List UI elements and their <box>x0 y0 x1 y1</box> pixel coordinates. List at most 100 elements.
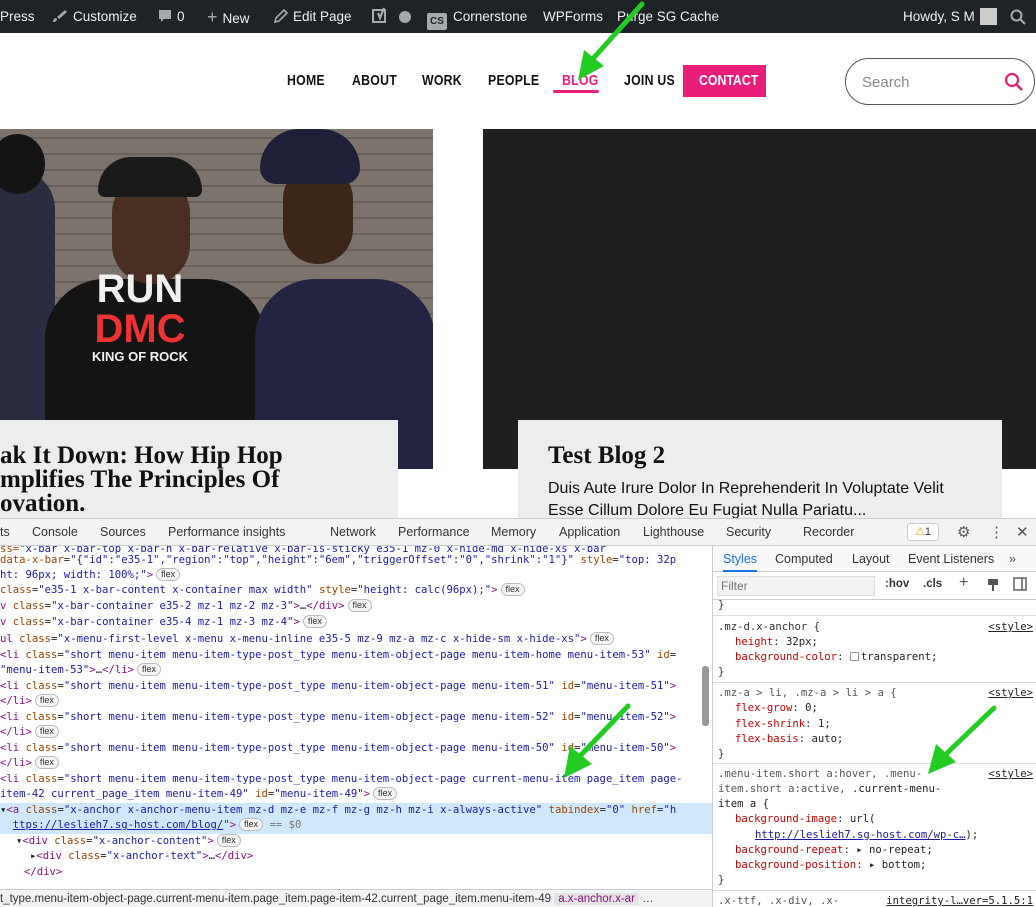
post-card[interactable]: Test Blog 2 Duis Aute Irure Dolor In Rep… <box>518 420 1002 519</box>
dom-node[interactable]: </li> flex <box>0 694 59 710</box>
tab-memory[interactable]: Memory <box>491 525 536 539</box>
admin-new[interactable]: + New <box>207 0 250 33</box>
rule-source-link[interactable]: <style> <box>988 686 1033 701</box>
css-selector[interactable]: .mz-d.x-anchor { <box>718 620 820 635</box>
search-icon[interactable] <box>1004 72 1024 92</box>
dom-node[interactable]: v class="x-bar-container e35-2 mz-1 mz-2… <box>0 599 372 615</box>
css-selector[interactable]: .menu-item.short a:hover, .menu- <box>718 767 922 782</box>
tab-performance[interactable]: Performance <box>398 525 470 539</box>
rule-source-link[interactable]: <style> <box>988 620 1033 635</box>
tab-layout[interactable]: Layout <box>852 552 890 566</box>
css-declaration[interactable]: height: 32px; <box>735 635 818 650</box>
tab-recorder[interactable]: Recorder <box>803 525 854 539</box>
post-title[interactable]: Test Blog 2 <box>548 443 665 468</box>
flex-badge[interactable]: flex <box>34 694 59 707</box>
css-declaration[interactable]: background-color: transparent; <box>735 650 937 665</box>
gear-icon[interactable]: ⚙ <box>957 523 970 541</box>
yoast-icon[interactable] <box>371 7 389 26</box>
admin-howdy[interactable]: Howdy, S M <box>903 0 975 33</box>
post-thumbnail-run-dmc[interactable]: RUN DMC KING OF ROCK <box>0 129 433 469</box>
dom-node[interactable]: "menu-item-53">…</li> flex <box>0 663 161 679</box>
flex-badge[interactable]: flex <box>239 818 264 831</box>
close-icon[interactable]: ✕ <box>1016 523 1029 541</box>
post-title-line[interactable]: ovation. <box>0 491 85 516</box>
sidebar-toggle-icon[interactable] <box>1013 577 1027 591</box>
hov-toggle[interactable]: :hov <box>885 578 909 590</box>
tab-event-listeners[interactable]: Event Listeners <box>908 552 994 566</box>
post-card[interactable]: ak It Down: How Hip Hop mplifies The Pri… <box>0 420 398 518</box>
flex-badge[interactable]: flex <box>156 568 181 581</box>
tab-computed[interactable]: Computed <box>775 552 833 566</box>
cls-toggle[interactable]: .cls <box>923 578 942 590</box>
dom-node[interactable]: ▸<div class="x-anchor-text">…</div> <box>30 849 253 865</box>
flex-badge[interactable]: flex <box>347 599 372 612</box>
dom-node[interactable]: </div> <box>24 865 62 881</box>
css-selector[interactable]: .x-ttf, .x-div, .x- <box>718 894 839 907</box>
admin-site-link[interactable]: Press <box>0 0 35 33</box>
paint-icon[interactable] <box>987 578 999 592</box>
admin-cornerstone[interactable]: CS Cornerstone <box>427 0 527 33</box>
color-swatch[interactable] <box>849 652 859 661</box>
css-declaration[interactable]: background-position: ▸ bottom; <box>735 858 926 873</box>
dom-node[interactable]: <li class="short menu-item menu-item-typ… <box>0 679 676 695</box>
dom-node[interactable]: </li> flex <box>0 756 59 772</box>
warning-badge[interactable]: ⚠1 <box>907 523 939 541</box>
css-selector[interactable]: .mz-a > li, .mz-a > li > a { <box>718 686 897 701</box>
flex-badge[interactable]: flex <box>302 615 327 628</box>
search-icon[interactable] <box>1010 9 1026 25</box>
breadcrumb-path[interactable]: t_type.menu-item-object-page.current-men… <box>0 893 551 905</box>
flex-badge[interactable]: flex <box>216 834 241 847</box>
add-rule-icon[interactable]: + <box>959 574 968 592</box>
admin-comments[interactable]: 0 <box>158 0 185 33</box>
dom-node[interactable]: <li class="short menu-item menu-item-typ… <box>0 648 676 664</box>
dom-node[interactable]: ▾<div class="x-anchor-content"> flex <box>16 834 241 850</box>
css-declaration[interactable]: flex-basis: auto; <box>735 732 843 747</box>
admin-customize[interactable]: Customize <box>52 0 137 33</box>
flex-badge[interactable]: flex <box>34 725 59 738</box>
post-title-line[interactable]: ak It Down: How Hip Hop <box>0 443 283 468</box>
dom-node[interactable]: data-x-bar="{"id":"e35-1","region":"top"… <box>0 553 676 569</box>
dom-node[interactable]: class="e35-1 x-bar-content x-container m… <box>0 583 525 599</box>
tab-application[interactable]: Application <box>559 525 620 539</box>
more-vertical-icon[interactable]: ⋮ <box>989 523 1004 541</box>
tab-sources[interactable]: Sources <box>100 525 146 539</box>
tab-console[interactable]: Console <box>32 525 78 539</box>
breadcrumb-more[interactable]: … <box>642 893 654 905</box>
flex-badge[interactable]: flex <box>372 787 397 800</box>
css-declaration[interactable]: background-image: url( <box>735 812 875 827</box>
tab-elements[interactable]: ts <box>0 525 10 539</box>
chevron-double-right-icon[interactable]: » <box>1009 552 1016 566</box>
nav-people[interactable]: PEOPLE <box>488 72 539 89</box>
tab-lighthouse[interactable]: Lighthouse <box>643 525 704 539</box>
search-input[interactable] <box>862 71 992 93</box>
css-url-link[interactable]: http://leslieh7.sg-host.com/wp-c…); <box>755 828 978 843</box>
styles-filter-input[interactable] <box>717 576 875 596</box>
dom-node[interactable]: v class="x-bar-container e35-4 mz-1 mz-3… <box>0 615 327 631</box>
dom-node[interactable]: ul class="x-menu-first-level x-menu x-me… <box>0 632 614 648</box>
flex-badge[interactable]: flex <box>136 663 161 676</box>
post-title-line[interactable]: mplifies The Principles Of <box>0 467 279 492</box>
flex-badge[interactable]: flex <box>589 632 614 645</box>
flex-badge[interactable]: flex <box>500 583 525 596</box>
elements-scrollbar[interactable] <box>702 666 709 726</box>
selected-dom-node[interactable]: ▾<a class="x-anchor x-anchor-menu-item m… <box>0 803 712 819</box>
admin-edit-page[interactable]: Edit Page <box>274 0 352 33</box>
dom-node[interactable]: item-42 current_page_item menu-item-49" … <box>0 787 397 803</box>
nav-about[interactable]: ABOUT <box>352 72 397 89</box>
contact-button[interactable]: CONTACT <box>683 65 766 97</box>
avatar[interactable] <box>980 8 997 25</box>
css-selector[interactable]: item a { <box>718 797 769 812</box>
selected-dom-node[interactable]: ttps://leslieh7.sg-host.com/blog/"> flex … <box>0 818 712 834</box>
nav-work[interactable]: WORK <box>422 72 462 89</box>
rule-source-link[interactable]: integrity-l…ver=5.1.5:1 <box>886 894 1033 907</box>
dom-node[interactable]: </li> flex <box>0 725 59 741</box>
css-declaration[interactable]: flex-grow: 0; <box>735 701 818 716</box>
post-thumbnail-test-blog-2[interactable] <box>483 129 1036 469</box>
tab-styles[interactable]: Styles <box>723 552 758 572</box>
tab-security[interactable]: Security <box>726 525 771 539</box>
tab-network[interactable]: Network <box>330 525 376 539</box>
css-declaration[interactable]: background-repeat: ▸ no-repeat; <box>735 843 933 858</box>
tab-performance-insights[interactable]: Performance insights <box>168 525 285 539</box>
css-selector[interactable]: item.short a:active, .current-menu- <box>718 782 941 797</box>
dom-node[interactable]: ht: 96px; width: 100%;"> flex <box>0 568 181 584</box>
